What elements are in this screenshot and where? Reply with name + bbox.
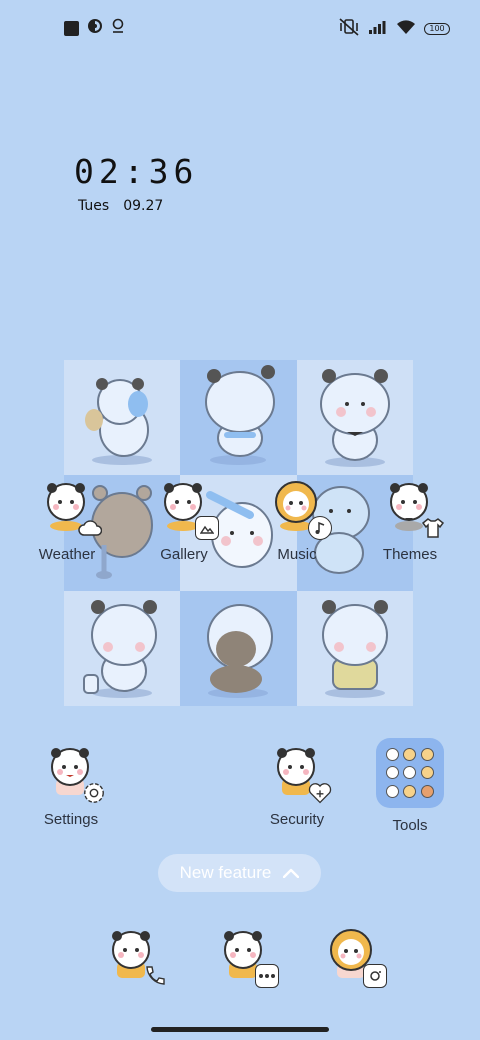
mini-app-icon xyxy=(403,748,417,762)
vibrate-off-icon xyxy=(338,18,360,40)
image-icon xyxy=(195,516,219,540)
gesture-navigation-bar[interactable] xyxy=(151,1027,329,1032)
chevron-up-icon xyxy=(283,863,300,883)
app-themes[interactable]: Themes xyxy=(362,480,458,563)
panda-widget[interactable] xyxy=(64,360,413,706)
widget-cell xyxy=(180,360,297,476)
app-label-themes: Themes xyxy=(382,546,438,563)
clock-day: Tues xyxy=(78,198,110,214)
dock-phone[interactable] xyxy=(84,928,180,988)
new-feature-label: New feature xyxy=(179,863,272,882)
camera-app-icon xyxy=(321,928,387,988)
app-label-security: Security xyxy=(269,811,325,828)
panda-illustration xyxy=(319,369,390,467)
music-icon xyxy=(266,480,332,540)
settings-icon xyxy=(40,745,104,805)
clock-date: Tues 09.27 xyxy=(78,198,163,214)
new-feature-button[interactable]: New feature xyxy=(158,854,321,892)
app-label-tools: Tools xyxy=(392,817,428,834)
app-gallery[interactable]: Gallery xyxy=(136,480,232,563)
app-label-gallery: Gallery xyxy=(160,546,208,563)
panda-illustration xyxy=(207,603,274,698)
clock-date-value: 09.27 xyxy=(123,198,164,214)
data-saver-icon xyxy=(87,18,103,38)
mini-app-icon xyxy=(421,748,435,762)
panda-illustration xyxy=(83,599,157,698)
heart-plus-icon xyxy=(308,781,332,805)
clock-time[interactable]: 02:36 xyxy=(74,152,198,191)
weather-icon xyxy=(36,480,102,540)
phone-icon xyxy=(101,928,165,988)
widget-cell xyxy=(296,360,413,476)
widget-cell xyxy=(64,590,181,706)
dock-messages[interactable] xyxy=(196,928,292,988)
gear-icon xyxy=(82,781,106,805)
app-label-weather: Weather xyxy=(38,546,96,563)
panda-illustration xyxy=(205,365,276,465)
cloud-icon xyxy=(78,516,102,540)
mini-app-icon xyxy=(403,766,417,780)
security-icon xyxy=(266,745,332,805)
tools-folder-icon xyxy=(376,738,444,808)
camera-icon xyxy=(363,964,387,988)
status-bar: 100 xyxy=(0,18,480,38)
chat-bubble-icon xyxy=(255,964,279,988)
app-security[interactable]: Security xyxy=(249,745,345,828)
phone-handset-icon xyxy=(143,964,167,988)
dock-camera[interactable] xyxy=(304,928,400,988)
battery-icon: 100 xyxy=(424,23,450,35)
gallery-icon xyxy=(153,480,219,540)
mini-app-icon xyxy=(385,766,399,780)
messages-icon xyxy=(213,928,279,988)
widget-cell xyxy=(296,590,413,706)
widget-cell xyxy=(64,360,181,476)
stop-square-icon xyxy=(64,20,79,36)
app-weather[interactable]: Weather xyxy=(19,480,115,563)
mini-app-icon xyxy=(403,784,417,798)
signal-icon xyxy=(368,19,388,39)
notification-bell-icon xyxy=(111,18,125,38)
panda-illustration xyxy=(85,378,152,465)
mini-app-icon xyxy=(421,766,435,780)
mini-app-icon xyxy=(385,748,399,762)
app-settings[interactable]: Settings xyxy=(23,745,119,828)
mini-app-icon xyxy=(385,784,399,798)
app-label-music: Music xyxy=(277,546,317,563)
themes-icon xyxy=(379,480,445,540)
tshirt-icon xyxy=(421,516,445,540)
app-label-settings: Settings xyxy=(43,811,99,828)
app-folder-tools[interactable]: Tools xyxy=(362,738,458,834)
music-note-icon xyxy=(308,516,332,540)
mini-app-icon xyxy=(421,784,435,798)
panda-illustration xyxy=(321,599,388,698)
widget-cell xyxy=(180,590,297,706)
wifi-icon xyxy=(396,19,416,39)
app-music[interactable]: Music xyxy=(249,480,345,563)
